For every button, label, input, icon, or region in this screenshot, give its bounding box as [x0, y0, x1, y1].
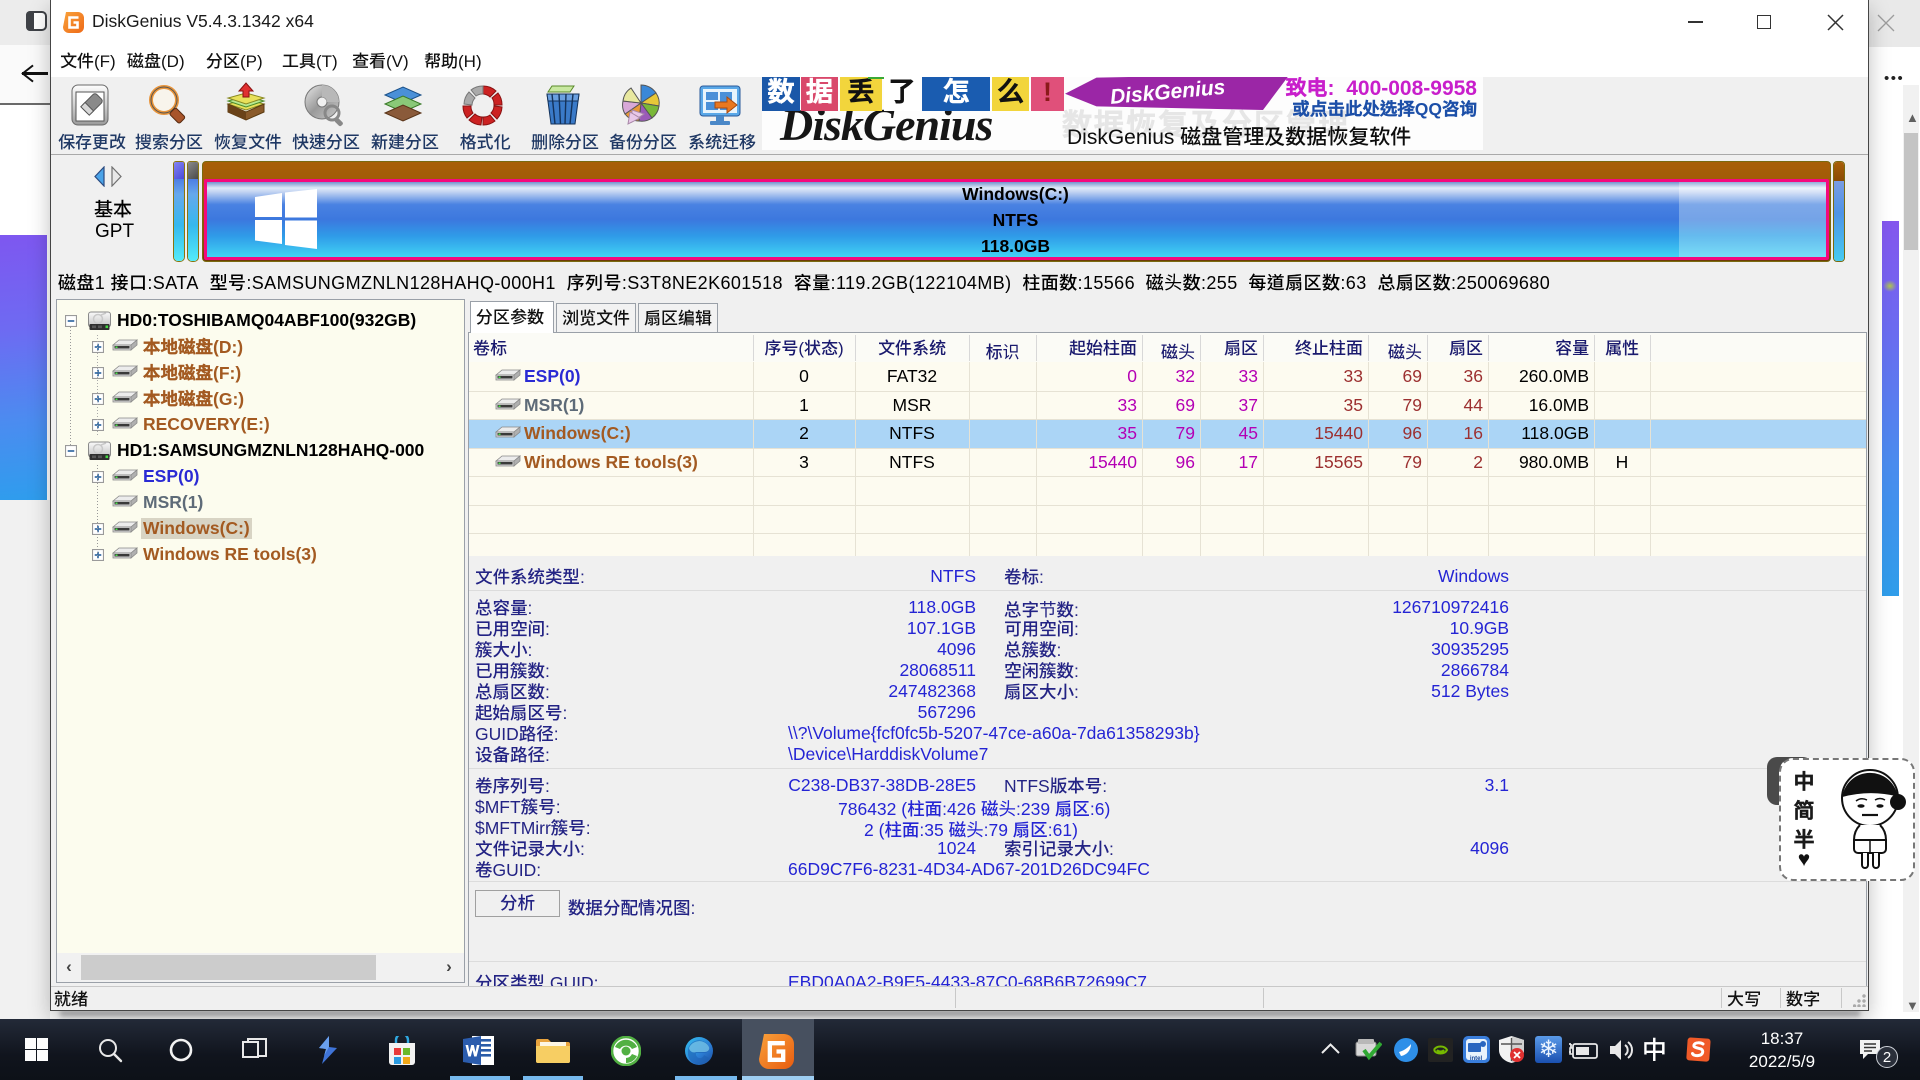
svg-text:intel: intel [1470, 1056, 1483, 1062]
